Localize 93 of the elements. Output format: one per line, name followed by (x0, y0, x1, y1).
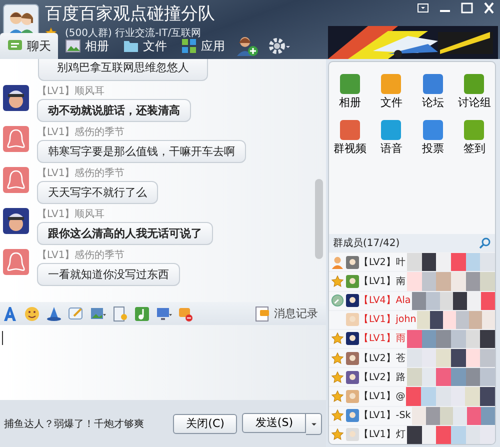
block-icon[interactable] (178, 306, 194, 322)
apps-icon (181, 39, 197, 54)
app-button[interactable]: 语音 (370, 120, 412, 156)
sender-name: 【LV1】顺风耳 (37, 208, 106, 222)
star-icon (331, 352, 344, 365)
sender-name: 【LV1】感伤的季节 (37, 126, 126, 140)
member-name: 【LV1】雨 (359, 332, 406, 346)
app-button[interactable]: 相册 (329, 74, 370, 110)
music-icon[interactable] (134, 306, 150, 322)
member-name: 【LV4】Ala (359, 294, 411, 308)
avatar-icon (346, 428, 359, 442)
owner-icon (331, 256, 344, 269)
skin-icon[interactable] (416, 2, 430, 14)
image-icon[interactable] (90, 306, 106, 322)
app-button[interactable]: 论坛 (412, 74, 454, 110)
star-icon (331, 332, 344, 346)
member-row[interactable]: 【LV1】-Sk (329, 406, 495, 425)
avatar-icon (3, 249, 29, 276)
folder-icon (123, 39, 139, 54)
smiley-icon[interactable] (24, 306, 40, 322)
avatar-icon (346, 274, 359, 288)
avatar-icon (346, 409, 359, 422)
sender-name: 【LV1】顺风耳 (37, 85, 106, 98)
member-row[interactable]: 【LV4】Ala (329, 290, 495, 310)
avatar-icon (346, 294, 359, 308)
member-name: 【LV1】南 (359, 274, 406, 288)
caret-icon (310, 420, 318, 428)
member-row[interactable]: 【LV2】苍 (329, 348, 495, 368)
member-row[interactable]: 【LV1】john (329, 310, 495, 329)
font-icon[interactable] (2, 306, 18, 322)
window-title: 百度百家观点碰撞分队 (45, 3, 215, 26)
maximize-icon[interactable] (460, 2, 474, 14)
close-button[interactable]: 关闭(C) (173, 414, 238, 434)
member-name: 【LV2】苍 (359, 352, 406, 365)
member-row[interactable]: 【LV1】南 (329, 271, 495, 290)
star-icon (331, 409, 344, 422)
sender-name: 【LV1】感伤的季节 (37, 249, 126, 262)
screen-icon[interactable] (156, 306, 172, 322)
avatar-icon (3, 85, 29, 112)
message-bubble: 动不动就说脏话，还装清高 (37, 99, 191, 122)
message-bubble: 天天写字不就行了么 (37, 181, 158, 204)
member-name: 【LV1】-Sk (359, 409, 411, 422)
member-row[interactable]: 【LV1】雨 (329, 328, 495, 348)
message-bubble: 别鸡巴拿互联网思维忽悠人 (38, 59, 208, 82)
avatar-icon (3, 208, 29, 234)
app-button[interactable]: 签到 (454, 120, 495, 156)
settings-icon[interactable] (268, 36, 290, 56)
note-icon[interactable] (68, 306, 84, 322)
promo-link[interactable]: 捕鱼达人？弱爆了！千炮才够爽 (4, 416, 168, 431)
avatar-icon (346, 332, 359, 346)
avatar-icon (346, 352, 359, 365)
avatar-icon (346, 313, 359, 326)
photo-icon (65, 39, 81, 54)
member-name: 【LV2】叶 (359, 256, 406, 269)
send-options-button[interactable] (306, 412, 322, 435)
member-row[interactable]: 【LV2】路 (329, 367, 495, 386)
tab[interactable]: 聊天 (0, 33, 58, 60)
avatar-icon (3, 126, 29, 152)
member-name: 【LV1】@ (359, 390, 406, 404)
message-bubble: 跟你这么清高的人我无话可说了 (37, 222, 213, 246)
avatar-icon (346, 370, 359, 384)
star-icon (331, 370, 344, 384)
history-icon (255, 306, 271, 322)
message-bubble: 一看就知道你没写过东西 (37, 263, 180, 286)
group-info: (500人群) 行业交流-IT/互联网 (65, 26, 202, 40)
app-button[interactable]: 文件 (370, 74, 412, 110)
app-button[interactable]: 投票 (412, 120, 454, 156)
avatar-icon (346, 256, 359, 269)
close-icon[interactable] (482, 2, 496, 14)
member-name: 【LV1】灯 (359, 428, 406, 442)
scrollbar-thumb[interactable] (315, 179, 323, 260)
send-button[interactable]: 发送(S) (242, 412, 306, 433)
star-icon (331, 390, 344, 404)
avatar-icon (346, 390, 359, 404)
app-button[interactable]: 讨论组 (454, 74, 495, 110)
avatar-icon (3, 167, 29, 194)
star-icon (331, 428, 344, 442)
hat-icon[interactable] (46, 306, 62, 322)
search-icon[interactable] (479, 237, 491, 250)
member-row[interactable]: 【LV2】叶 (329, 252, 495, 272)
document-icon[interactable] (112, 306, 128, 322)
members-header: 群成员(17/42) (333, 236, 400, 250)
member-row[interactable]: 【LV1】灯 (329, 424, 495, 444)
member-name: 【LV1】john (359, 313, 416, 326)
member-row[interactable]: 【LV1】@ (329, 386, 495, 406)
sender-name: 【LV1】感伤的季节 (37, 167, 126, 180)
app-button[interactable]: 群视频 (329, 120, 370, 156)
history-button[interactable]: 消息记录 (249, 304, 324, 323)
add-member-icon[interactable] (236, 36, 258, 56)
message-bubble: 韩寒写字要是那么值钱，干嘛开车去啊 (37, 140, 246, 164)
message-input[interactable] (0, 325, 326, 400)
member-name: 【LV2】路 (359, 370, 406, 384)
star-icon (331, 274, 344, 288)
